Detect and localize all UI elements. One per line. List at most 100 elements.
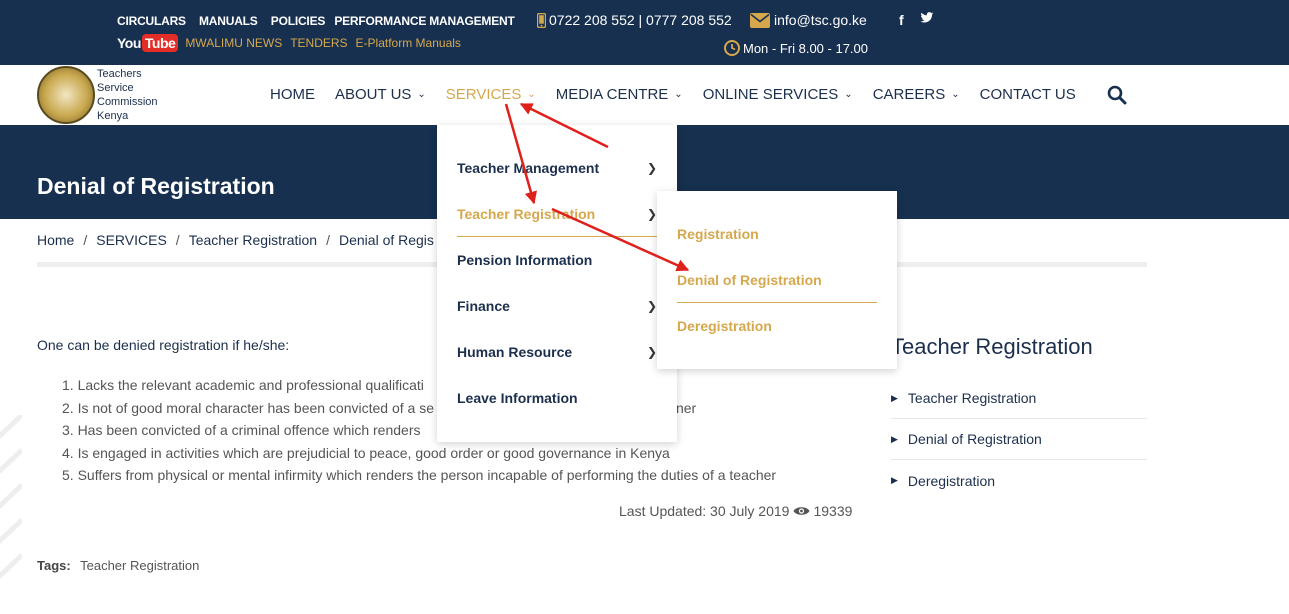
breadcrumb-teacher-registration[interactable]: Teacher Registration: [189, 232, 317, 248]
phone-number: 0722 208 552 | 0777 208 552: [549, 12, 732, 28]
breadcrumb-separator: /: [326, 232, 330, 248]
nav-online-services[interactable]: ONLINE SERVICES ⌄: [703, 86, 853, 103]
office-hours-text: Mon - Fri 8.00 - 17.00: [743, 40, 868, 56]
nav-home-label: HOME: [270, 86, 315, 103]
submenu-item-label: Registration: [677, 226, 759, 242]
nav-contact-us[interactable]: CONTACT US: [980, 86, 1076, 103]
breadcrumb-separator: /: [83, 232, 88, 248]
breadcrumb-home[interactable]: Home: [37, 232, 74, 248]
menu-item-finance[interactable]: Finance ❯: [457, 283, 657, 329]
sidebar-item-label: Deregistration: [907, 472, 996, 489]
caret-right-icon: ▶: [891, 433, 898, 444]
main-navbar: Teachers Service Commission Kenya HOME A…: [0, 65, 1289, 125]
nav-online-services-label: ONLINE SERVICES: [702, 86, 839, 103]
logo-line-3: Commission: [97, 96, 158, 108]
youtube-tube: Tube: [141, 34, 179, 52]
youtube-logo[interactable]: You Tube: [117, 34, 179, 52]
chevron-down-icon: ⌄: [951, 89, 960, 100]
list-item: 4. Is engaged in activities which are pr…: [62, 444, 670, 461]
top-link-performance-management[interactable]: PERFORMANCE MANAGEMENT: [334, 14, 514, 28]
chevron-down-icon: ⌄: [844, 89, 853, 100]
breadcrumb-current: Denial of Regis: [338, 232, 434, 248]
logo-text: Teachers Service Commission Kenya: [97, 67, 158, 123]
menu-item-label: Teacher Management: [457, 160, 600, 176]
chevron-down-icon: ⌄: [417, 89, 426, 100]
menu-item-human-resource[interactable]: Human Resource ❯: [457, 329, 657, 375]
nav-about-us-label: ABOUT US: [335, 86, 412, 103]
chevron-down-icon: ⌄: [527, 89, 536, 100]
breadcrumb: Home / SERVICES / Teacher Registration / Denia…: [37, 232, 434, 248]
list-item: 5. Suffers from physical or mental infir…: [62, 467, 777, 483]
top-sublinks: You Tube MWALIMU NEWS TENDERS E-Platform …: [117, 34, 469, 52]
tsc-seal-emblem: [37, 66, 95, 124]
tsc-logo[interactable]: Teachers Service Commission Kenya: [37, 66, 158, 124]
phone-contact: 0722 208 552 | 0777 208 552: [537, 12, 732, 28]
email-address: info@tsc.go.ke: [774, 12, 867, 28]
top-links: CIRCULARS MANUALS POLICIES PERFORMANCE M…: [117, 14, 525, 28]
nav-menu: HOME ABOUT US ⌄ SERVICES ⌄ MEDIA CENTRE ⌄ O…: [270, 86, 1096, 103]
logo-line-2: Service: [97, 82, 134, 94]
sidebar-title: Teacher Registration: [891, 334, 1093, 359]
breadcrumb-services[interactable]: SERVICES: [96, 232, 167, 248]
top-link-e-platform-manuals[interactable]: E-Platform Manuals: [356, 36, 461, 50]
facebook-icon[interactable]: f: [899, 12, 904, 28]
top-link-policies[interactable]: POLICIES: [271, 14, 326, 28]
phone-icon: [537, 12, 546, 28]
email-contact[interactable]: info@tsc.go.ke: [750, 12, 867, 28]
caret-right-icon: ▶: [891, 392, 898, 403]
menu-item-label: Pension Information: [457, 252, 593, 268]
submenu-item-registration[interactable]: Registration: [677, 211, 877, 257]
twitter-icon[interactable]: [920, 12, 934, 24]
tags-label: Tags:: [37, 558, 71, 573]
sidebar-list: ▶ Teacher Registration ▶ Denial of Registr…: [891, 378, 1147, 501]
sidebar-item-denial-of-registration[interactable]: ▶ Denial of Registration: [891, 419, 1147, 460]
menu-item-label: Leave Information: [457, 390, 578, 406]
nav-media-centre-label: MEDIA CENTRE: [555, 86, 669, 103]
top-link-tenders[interactable]: TENDERS: [290, 36, 347, 50]
social-links: f: [899, 12, 934, 28]
nav-media-centre[interactable]: MEDIA CENTRE ⌄: [556, 86, 683, 103]
decorative-stripes: [0, 415, 22, 580]
chevron-right-icon: ❯: [646, 161, 657, 175]
top-bar: CIRCULARS MANUALS POLICIES PERFORMANCE M…: [0, 0, 1289, 65]
menu-item-label: Teacher Registration: [457, 205, 596, 222]
envelope-icon: [750, 12, 770, 28]
chevron-right-icon: ❯: [646, 206, 657, 221]
chevron-down-icon: ⌄: [674, 89, 683, 100]
sidebar-item-deregistration[interactable]: ▶ Deregistration: [891, 460, 1147, 501]
last-updated: Last Updated: 30 July 2019 19339: [619, 503, 852, 519]
services-dropdown: Teacher Management ❯ Teacher Registration…: [437, 125, 677, 442]
menu-item-pension-information[interactable]: Pension Information: [457, 237, 657, 283]
last-updated-text: Last Updated: 30 July 2019: [619, 503, 790, 519]
view-count: 19339: [813, 503, 853, 519]
menu-item-teacher-management[interactable]: Teacher Management ❯: [457, 145, 657, 191]
menu-item-leave-information[interactable]: Leave Information: [457, 375, 657, 421]
nav-careers[interactable]: CAREERS ⌄: [873, 86, 960, 103]
menu-item-label: Human Resource: [457, 344, 573, 360]
menu-item-teacher-registration[interactable]: Teacher Registration ❯: [457, 191, 657, 237]
sidebar-item-teacher-registration[interactable]: ▶ Teacher Registration: [891, 378, 1147, 419]
top-link-circulars[interactable]: CIRCULARS: [117, 14, 186, 28]
submenu-item-label: Deregistration: [677, 318, 772, 334]
nav-about-us[interactable]: ABOUT US ⌄: [335, 86, 426, 103]
teacher-registration-submenu: Registration Denial of Registration Dere…: [657, 191, 897, 369]
menu-item-label: Finance: [457, 298, 510, 314]
search-icon[interactable]: [1107, 85, 1127, 105]
top-link-mwalimu-news[interactable]: MWALIMU NEWS: [185, 36, 282, 50]
office-hours: Mon - Fri 8.00 - 17.00: [724, 40, 868, 56]
nav-home[interactable]: HOME: [270, 86, 315, 103]
youtube-you: You: [117, 35, 141, 51]
chevron-right-icon: ❯: [646, 345, 657, 359]
submenu-item-deregistration[interactable]: Deregistration: [677, 303, 877, 349]
tag-teacher-registration[interactable]: Teacher Registration: [80, 558, 199, 573]
sidebar-item-label: Denial of Registration: [907, 431, 1042, 447]
logo-line-1: Teachers: [97, 68, 142, 80]
nav-services[interactable]: SERVICES ⌄: [446, 86, 536, 103]
nav-contact-us-label: CONTACT US: [979, 86, 1076, 103]
sidebar-item-label: Teacher Registration: [907, 390, 1037, 406]
logo-line-4: Kenya: [97, 110, 129, 122]
top-link-manuals[interactable]: MANUALS: [199, 14, 258, 28]
eye-icon: [793, 507, 810, 515]
submenu-item-denial-of-registration[interactable]: Denial of Registration: [677, 257, 877, 303]
breadcrumb-separator: /: [175, 232, 180, 248]
